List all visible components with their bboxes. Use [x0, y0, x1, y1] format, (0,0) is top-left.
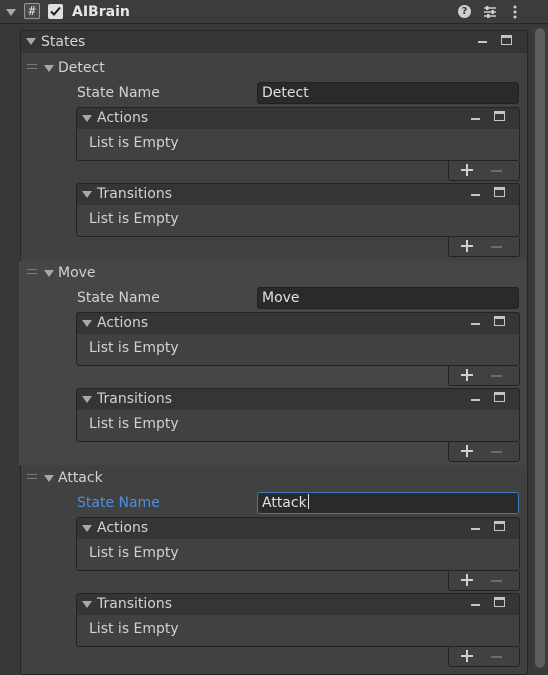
- plus-icon[interactable]: [461, 164, 473, 176]
- minus-icon: [491, 170, 502, 172]
- maximize-icon[interactable]: [501, 35, 512, 45]
- kebab-menu-icon[interactable]: [512, 5, 518, 19]
- state-name-attack: Attack: [58, 470, 103, 486]
- maximize-icon[interactable]: [494, 187, 505, 197]
- checkmark-icon: [50, 6, 61, 16]
- foldout-arrow-icon[interactable]: [82, 191, 92, 198]
- plus-icon[interactable]: [461, 574, 473, 586]
- foldout-arrow-icon[interactable]: [82, 525, 92, 532]
- actions-footer: [448, 161, 520, 181]
- minus-icon[interactable]: [471, 399, 480, 401]
- foldout-arrow-icon[interactable]: [82, 396, 92, 403]
- transitions-label: Transitions: [97, 596, 172, 612]
- foldout-arrow-icon[interactable]: [82, 320, 92, 327]
- foldout-arrow-icon[interactable]: [82, 601, 92, 608]
- maximize-icon[interactable]: [494, 521, 505, 531]
- state-name-field-focused[interactable]: Attack: [257, 492, 519, 514]
- maximize-icon[interactable]: [494, 597, 505, 607]
- preset-icon[interactable]: [483, 5, 497, 19]
- enabled-checkbox[interactable]: [48, 4, 63, 19]
- transitions-footer: [448, 442, 520, 462]
- foldout-arrow-icon[interactable]: [44, 65, 54, 72]
- transitions-label: Transitions: [97, 186, 172, 202]
- minus-icon: [491, 451, 502, 453]
- list-empty-text: List is Empty: [89, 340, 179, 356]
- states-header[interactable]: [21, 31, 527, 53]
- maximize-icon[interactable]: [494, 392, 505, 402]
- foldout-arrow-icon[interactable]: [26, 38, 36, 45]
- list-empty-text: List is Empty: [89, 211, 179, 227]
- actions-footer: [448, 571, 520, 591]
- plus-icon[interactable]: [461, 369, 473, 381]
- state-name-field[interactable]: Detect: [257, 82, 519, 104]
- plus-icon[interactable]: [461, 445, 473, 457]
- transitions-footer: [448, 647, 520, 667]
- foldout-arrow-icon[interactable]: [82, 115, 92, 122]
- actions-footer: [448, 366, 520, 386]
- state-name-detect: Detect: [58, 60, 105, 76]
- list-empty-text: List is Empty: [89, 416, 179, 432]
- scrollbar-thumb[interactable]: [535, 28, 545, 668]
- minus-icon[interactable]: [471, 528, 480, 530]
- actions-label: Actions: [97, 520, 149, 536]
- state-name-field-value: Attack: [262, 495, 307, 511]
- drag-handle-icon[interactable]: [27, 474, 37, 479]
- actions-label: Actions: [97, 110, 149, 126]
- drag-handle-icon[interactable]: [27, 269, 37, 274]
- minus-icon[interactable]: [471, 323, 480, 325]
- minus-icon[interactable]: [478, 41, 487, 43]
- plus-icon[interactable]: [461, 240, 473, 252]
- transitions-label: Transitions: [97, 391, 172, 407]
- component-title: AIBrain: [72, 4, 130, 20]
- drag-handle-icon[interactable]: [27, 64, 37, 69]
- foldout-arrow-icon[interactable]: [6, 9, 16, 16]
- state-name-move: Move: [58, 265, 96, 281]
- text-caret: [307, 494, 309, 509]
- minus-icon: [491, 375, 502, 377]
- list-empty-text: List is Empty: [89, 621, 179, 637]
- minus-icon[interactable]: [471, 604, 480, 606]
- help-icon[interactable]: ?: [458, 5, 471, 18]
- state-name-label: State Name: [77, 290, 160, 306]
- minus-icon: [491, 246, 502, 248]
- transitions-footer: [448, 237, 520, 257]
- minus-icon[interactable]: [471, 194, 480, 196]
- states-header-label: States: [41, 34, 86, 50]
- script-icon: #: [24, 3, 40, 19]
- minus-icon[interactable]: [471, 118, 480, 120]
- foldout-arrow-icon[interactable]: [44, 475, 54, 482]
- list-empty-text: List is Empty: [89, 135, 179, 151]
- minus-icon: [491, 656, 502, 658]
- maximize-icon[interactable]: [494, 316, 505, 326]
- plus-icon[interactable]: [461, 650, 473, 662]
- minus-icon: [491, 580, 502, 582]
- actions-label: Actions: [97, 315, 149, 331]
- maximize-icon[interactable]: [494, 111, 505, 121]
- foldout-arrow-icon[interactable]: [44, 270, 54, 277]
- state-name-label-focused: State Name: [77, 495, 160, 511]
- state-name-field[interactable]: Move: [257, 287, 519, 309]
- state-name-label: State Name: [77, 85, 160, 101]
- list-empty-text: List is Empty: [89, 545, 179, 561]
